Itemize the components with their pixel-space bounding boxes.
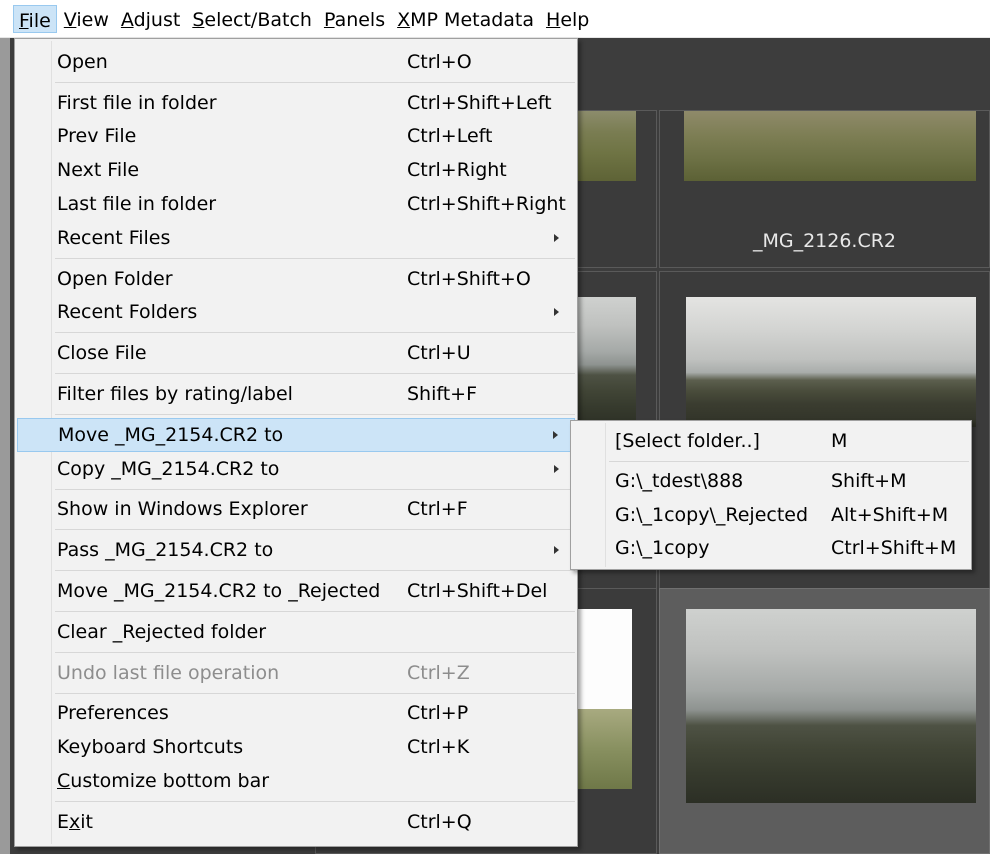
menu-panels[interactable]: Panels <box>319 5 390 33</box>
menu-item-show-in-explorer[interactable]: Show in Windows Explorer Ctrl+F <box>17 493 575 527</box>
menu-item-keyboard-shortcuts[interactable]: Keyboard Shortcuts Ctrl+K <box>17 730 575 764</box>
menu-item-first-file[interactable]: First file in folder Ctrl+Shift+Left <box>17 86 575 120</box>
menu-item-move-to[interactable]: Move _MG_2154.CR2 to <box>17 417 575 452</box>
menu-item-open-folder[interactable]: Open Folder Ctrl+Shift+O <box>17 262 575 296</box>
menu-file[interactable]: File <box>13 4 57 33</box>
submenu-arrow-icon <box>554 464 559 473</box>
submenu-arrow-icon <box>554 233 559 242</box>
menu-item-next-file[interactable]: Next File Ctrl+Right <box>17 153 575 187</box>
menu-separator <box>55 800 575 802</box>
thumbnail-image <box>684 111 976 181</box>
menu-item-undo: Undo last file operation Ctrl+Z <box>57 661 470 684</box>
menu-item-preferences[interactable]: Preferences Ctrl+P <box>17 697 575 731</box>
menu-item-last-file[interactable]: Last file in folder Ctrl+Shift+Right <box>17 187 575 221</box>
thumbnail-image <box>686 609 976 803</box>
menu-item-move-to-rejected[interactable]: Move _MG_2154.CR2 to _Rejected Ctrl+Shif… <box>17 574 575 608</box>
menu-separator <box>55 610 575 612</box>
menu-select-batch[interactable]: Select/Batch <box>187 5 317 33</box>
menu-separator <box>55 332 575 334</box>
menu-separator <box>55 692 575 694</box>
menu-item-prev-file[interactable]: Prev File Ctrl+Left <box>17 120 575 154</box>
menu-bar: File View Adjust Select/Batch Panels XMP… <box>0 0 990 38</box>
menu-separator <box>55 529 575 531</box>
submenu-arrow-icon <box>554 546 559 555</box>
menu-view[interactable]: View <box>59 5 114 33</box>
menu-item-copy-to[interactable]: Copy _MG_2154.CR2 to <box>17 452 575 486</box>
menu-item-open[interactable]: Open Ctrl+O <box>17 45 575 79</box>
menu-item-pass-to[interactable]: Pass _MG_2154.CR2 to <box>17 533 575 567</box>
menu-separator <box>55 373 575 375</box>
thumbnail-image <box>686 297 976 427</box>
thumbnail-cell-selected[interactable] <box>659 588 990 854</box>
menu-item-filter-files[interactable]: Filter files by rating/label Shift+F <box>17 377 575 411</box>
menu-item-customize-bottom-bar[interactable]: Customize bottom bar <box>17 764 575 798</box>
menu-separator <box>55 81 575 83</box>
submenu-item-dest-rejected[interactable]: G:\_1copy\_Rejected Alt+Shift+M <box>573 498 969 532</box>
menu-item-recent-files[interactable]: Recent Files <box>17 221 575 255</box>
submenu-arrow-icon <box>553 430 558 439</box>
submenu-arrow-icon <box>554 308 559 317</box>
menu-item-close-file[interactable]: Close File Ctrl+U <box>17 336 575 370</box>
menu-separator <box>55 570 575 572</box>
menu-xmp-metadata[interactable]: XMP Metadata <box>392 5 539 33</box>
left-panel-edge <box>0 38 10 854</box>
file-menu-dropdown: Open Ctrl+O First file in folder Ctrl+Sh… <box>14 38 578 847</box>
thumbnail-filename: _MG_2126.CR2 <box>752 230 897 252</box>
menu-separator <box>55 651 575 653</box>
menu-separator <box>55 488 575 490</box>
menu-adjust[interactable]: Adjust <box>116 5 185 33</box>
move-to-submenu: [Select folder..] M G:\_tdest\888 Shift+… <box>570 420 972 570</box>
submenu-item-select-folder[interactable]: [Select folder..] M <box>573 424 969 458</box>
thumbnail-cell[interactable]: _MG_2126.CR2 <box>659 110 990 268</box>
menu-help[interactable]: Help <box>541 5 594 33</box>
menu-separator <box>55 413 575 415</box>
menu-item-recent-folders[interactable]: Recent Folders <box>17 296 575 330</box>
menu-separator <box>609 460 969 462</box>
menu-item-clear-rejected[interactable]: Clear _Rejected folder <box>17 615 575 649</box>
menu-item-exit[interactable]: Exit Ctrl+Q <box>17 805 575 839</box>
submenu-item-dest-tdest[interactable]: G:\_tdest\888 Shift+M <box>573 465 969 499</box>
menu-separator <box>55 257 575 259</box>
submenu-item-dest-1copy[interactable]: G:\_1copy Ctrl+Shift+M <box>573 532 969 566</box>
